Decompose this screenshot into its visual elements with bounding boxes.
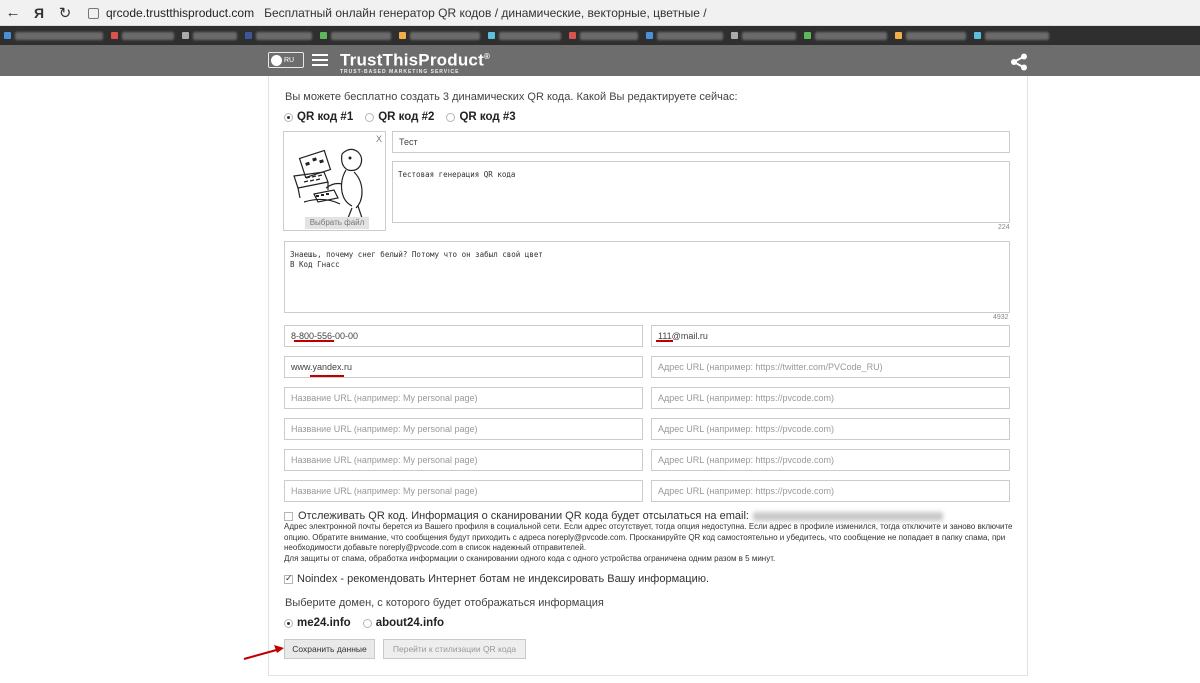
yandex-button[interactable]: Я [26, 5, 52, 21]
bookmark-icon [569, 32, 576, 39]
bookmark-icon [4, 32, 11, 39]
domain-selector: me24.info about24.info [284, 617, 456, 629]
phone-input[interactable]: 8-800-556-00-00 [284, 325, 643, 347]
bookmark-icon [245, 32, 252, 39]
url-address-input-3[interactable]: Адрес URL (например: https://pvcode.com) [651, 449, 1010, 471]
description-textarea[interactable]: Тестовая генерация QR кода [392, 161, 1010, 223]
bookmark-item[interactable] [815, 31, 887, 40]
bookmark-item[interactable] [499, 31, 561, 40]
url-name-input-4[interactable]: Название URL (например: My personal page… [284, 480, 643, 502]
twitter-url-input[interactable]: Адрес URL (например: https://twitter.com… [651, 356, 1010, 378]
hidden-email [752, 511, 943, 521]
qr-option-label: QR код #2 [378, 111, 435, 123]
intro-text: Вы можете бесплатно создать 3 динамическ… [285, 91, 738, 103]
bookmark-item[interactable] [985, 31, 1049, 40]
bookmark-icon [488, 32, 495, 39]
url-address-input-2[interactable]: Адрес URL (например: https://pvcode.com) [651, 418, 1010, 440]
qr-option-1[interactable]: QR код #1 [284, 111, 353, 123]
qr-code-selector: QR код #1 QR код #2 QR код #3 [284, 111, 528, 123]
bookmark-item[interactable] [122, 31, 174, 40]
noindex-checkbox[interactable] [284, 573, 293, 584]
domain-option-me24[interactable]: me24.info [284, 617, 351, 629]
text-counter: 4932 [993, 314, 1009, 321]
track-option: Отслеживать QR код. Информация о сканиро… [284, 510, 943, 522]
bookmark-item[interactable] [193, 31, 237, 40]
address-bar[interactable]: qrcode.trustthisproduct.com Бесплатный о… [88, 6, 707, 20]
qr-option-label: QR код #1 [297, 111, 354, 123]
back-button[interactable]: ← [0, 4, 26, 21]
image-upload-box[interactable]: X Выбрать файл [283, 131, 386, 231]
track-note-spam: Для защиты от спама, обработка информаци… [284, 553, 776, 563]
domain-label: about24.info [375, 617, 445, 629]
text-textarea[interactable]: Знаешь, почему снег белый? Потому что он… [284, 241, 1010, 313]
url-name-input-2[interactable]: Название URL (например: My personal page… [284, 418, 643, 440]
radio-checked-icon [284, 618, 293, 628]
bookmark-icon [804, 32, 811, 39]
track-note: Адрес электронной почты берется из Вашег… [284, 522, 1016, 564]
registered-mark: ® [483, 52, 491, 61]
url-name-input-1[interactable]: Название URL (например: My personal page… [284, 387, 643, 409]
region-label: RU [284, 56, 295, 64]
domain-title: Выберите домен, с которого будет отображ… [285, 597, 604, 609]
bookmark-item[interactable] [906, 31, 966, 40]
brand-logo[interactable]: TrustThisProduct® TRUST-BASED MARKETING … [340, 48, 490, 75]
bookmark-icon [320, 32, 327, 39]
url-name-input-3[interactable]: Название URL (например: My personal page… [284, 449, 643, 471]
region-selector[interactable]: RU [268, 52, 304, 68]
description-counter: 224 [998, 224, 1010, 231]
email-underline [656, 340, 673, 342]
reload-button[interactable]: ↻ [52, 4, 78, 22]
bookmark-item[interactable] [742, 31, 796, 40]
remove-image-button[interactable]: X [376, 134, 382, 144]
url-address-input-4[interactable]: Адрес URL (например: https://pvcode.com) [651, 480, 1010, 502]
bookmark-icon [731, 32, 738, 39]
save-button[interactable]: Сохранить данные [284, 639, 375, 659]
hamburger-menu-icon[interactable] [312, 54, 328, 67]
bookmark-icon [111, 32, 118, 39]
qr-option-2[interactable]: QR код #2 [365, 111, 434, 123]
radio-icon [362, 618, 372, 628]
red-arrow-annotation [243, 645, 284, 660]
radio-icon [446, 112, 456, 122]
bookmark-item[interactable] [410, 31, 480, 40]
lock-icon [88, 8, 99, 19]
bookmarks-bar [0, 26, 1200, 45]
brand-name: TrustThisProduct [340, 50, 484, 70]
share-icon[interactable] [1008, 53, 1030, 71]
radio-icon [365, 112, 375, 122]
noindex-label: Noindex - рекомендовать Интернет ботам н… [297, 573, 710, 585]
domain-option-about24[interactable]: about24.info [362, 617, 445, 629]
noindex-option: Noindex - рекомендовать Интернет ботам н… [284, 573, 709, 585]
qr-option-label: QR код #3 [459, 111, 516, 123]
bookmark-icon [974, 32, 981, 39]
url-address-input-1[interactable]: Адрес URL (например: https://pvcode.com) [651, 387, 1010, 409]
phone-underline [294, 340, 334, 342]
browser-toolbar: ← Я ↻ qrcode.trustthisproduct.com Беспла… [0, 0, 1200, 26]
bookmark-item[interactable] [657, 31, 723, 40]
track-note-text: Адрес электронной почты берется из Вашег… [284, 522, 1013, 552]
radio-checked-icon [284, 112, 293, 122]
globe-icon [271, 54, 282, 66]
bookmark-icon [399, 32, 406, 39]
title-input[interactable]: Тест [392, 131, 1010, 153]
bookmark-icon [182, 32, 189, 39]
track-checkbox[interactable] [284, 511, 293, 521]
qr-option-3[interactable]: QR код #3 [446, 111, 516, 123]
site-header: RU TrustThisProduct® TRUST-BASED MARKETI… [0, 45, 1200, 76]
bookmark-icon [646, 32, 653, 39]
website-underline [310, 375, 344, 377]
bookmark-item[interactable] [331, 31, 391, 40]
bookmark-item[interactable] [15, 31, 103, 40]
domain-label: me24.info [297, 617, 351, 629]
stylize-qr-button[interactable]: Перейти к стилизации QR кода [383, 639, 526, 659]
url-host: qrcode.trustthisproduct.com [106, 5, 255, 20]
choose-file-button[interactable]: Выбрать файл [305, 217, 369, 229]
url-page-title: Бесплатный онлайн генератор QR кодов / д… [264, 5, 707, 20]
track-label: Отслеживать QR код. Информация о сканиро… [298, 510, 749, 522]
bookmark-icon [895, 32, 902, 39]
email-input[interactable]: 111@mail.ru [651, 325, 1010, 347]
bookmark-item[interactable] [580, 31, 638, 40]
bookmark-item[interactable] [256, 31, 312, 40]
